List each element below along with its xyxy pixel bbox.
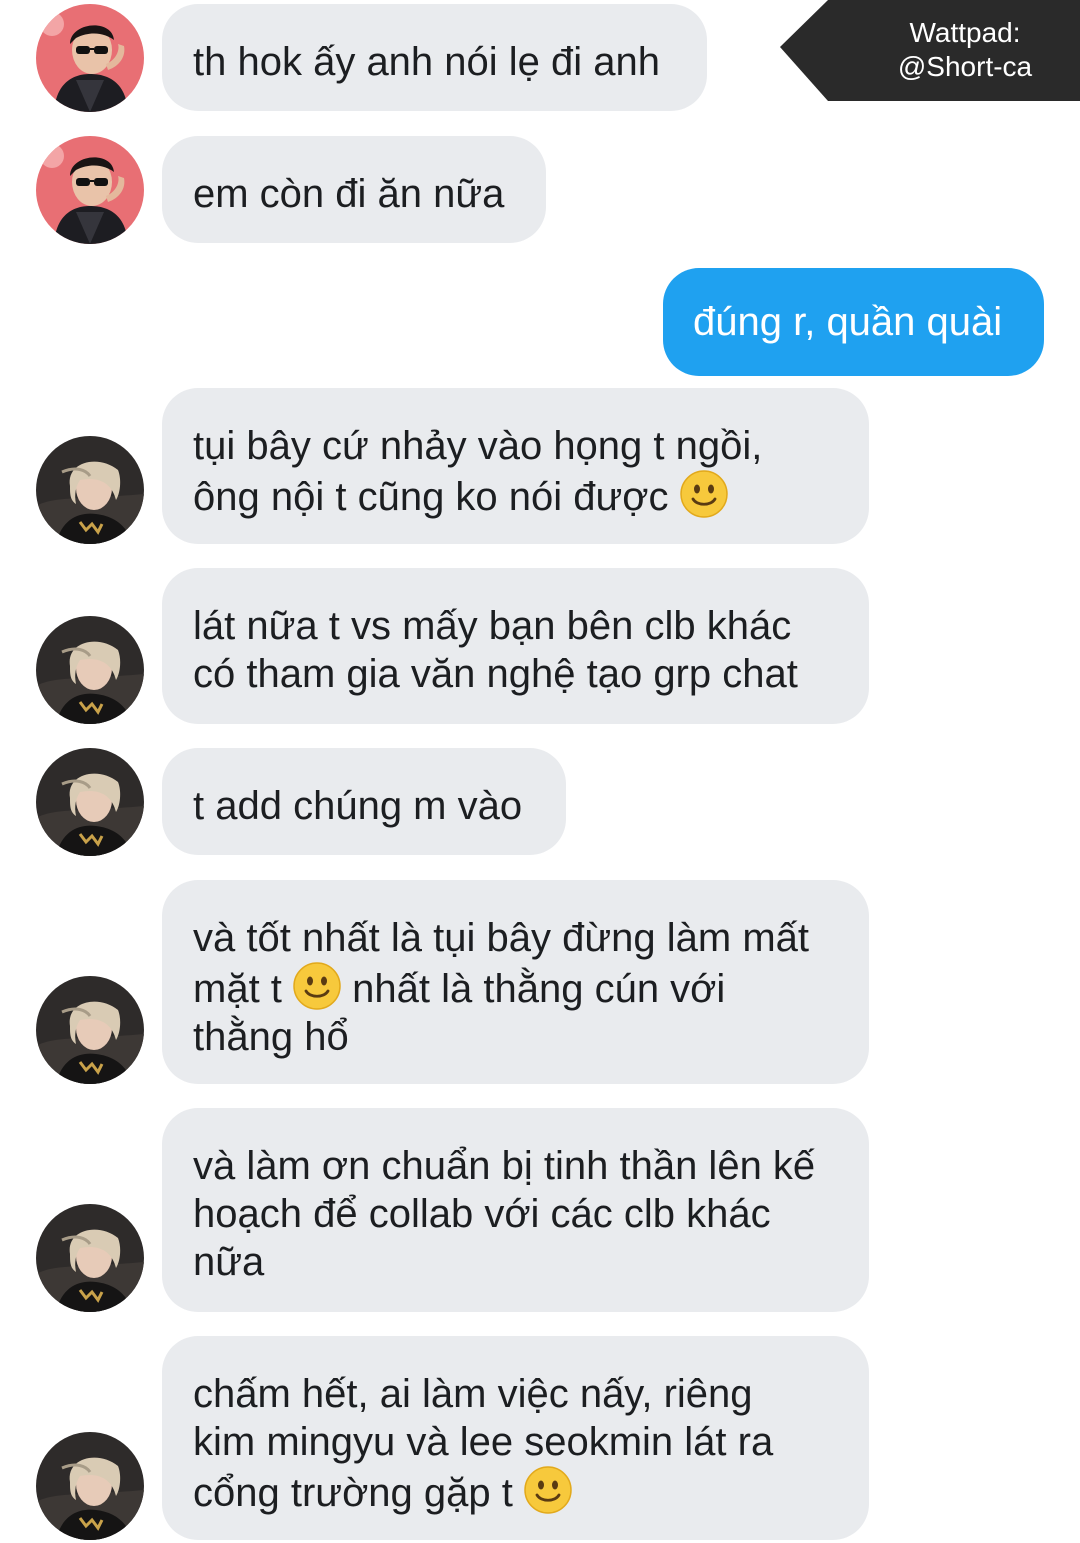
message-text: ông nội t cũng ko nói được: [193, 475, 669, 519]
message-text: thằng hổ: [193, 1015, 349, 1059]
message-bubble-incoming[interactable]: chấm hết, ai làm việc nấy, riêng kim min…: [162, 1336, 869, 1540]
message-text: lát nữa t vs mấy bạn bên clb khác: [193, 604, 792, 648]
user-b-avatar-icon[interactable]: [36, 748, 144, 856]
message-text: mặt t: [193, 967, 282, 1011]
message-text: nhất là thằng cún với: [352, 967, 726, 1011]
user-a-avatar-icon[interactable]: [36, 136, 144, 244]
message-bubble-incoming[interactable]: t add chúng m vào: [162, 748, 566, 855]
message-text: và tốt nhất là tụi bây đừng làm mất: [193, 916, 809, 960]
watermark-line-1: Wattpad:: [909, 17, 1021, 48]
user-b-avatar-icon[interactable]: [36, 976, 144, 1084]
user-a-avatar-icon[interactable]: [36, 4, 144, 112]
slightly-smiling-face-icon: [680, 470, 728, 518]
message-text: th hok ấy anh nói lẹ đi anh: [193, 40, 661, 84]
message-text: chấm hết, ai làm việc nấy, riêng: [193, 1372, 753, 1416]
message-bubble-incoming[interactable]: lát nữa t vs mấy bạn bên clb khác có tha…: [162, 568, 869, 724]
watermark-text: Wattpad: @Short-ca: [850, 16, 1080, 84]
message-bubble-incoming[interactable]: th hok ấy anh nói lẹ đi anh: [162, 4, 707, 111]
user-b-avatar-icon[interactable]: [36, 616, 144, 724]
user-b-avatar-icon[interactable]: [36, 436, 144, 544]
message-text: t add chúng m vào: [193, 784, 523, 828]
watermark-line-2: @Short-ca: [897, 51, 1033, 82]
slightly-smiling-face-icon: [524, 1466, 572, 1514]
message-text: có tham gia văn nghệ tạo grp chat: [193, 652, 798, 696]
user-b-avatar-icon[interactable]: [36, 1204, 144, 1312]
watermark-tag: Wattpad: @Short-ca: [780, 0, 1080, 101]
slightly-smiling-face-icon: [293, 962, 341, 1010]
message-text: và làm ơn chuẩn bị tinh thần lên kế: [193, 1144, 816, 1188]
message-bubble-incoming[interactable]: em còn đi ăn nữa: [162, 136, 546, 243]
message-text: hoạch để collab với các clb khác: [193, 1192, 771, 1236]
user-b-avatar-icon[interactable]: [36, 1432, 144, 1540]
message-bubble-incoming[interactable]: tụi bây cứ nhảy vào họng t ngồi, ông nội…: [162, 388, 869, 544]
message-bubble-incoming[interactable]: và tốt nhất là tụi bây đừng làm mất mặt …: [162, 880, 869, 1084]
message-text: tụi bây cứ nhảy vào họng t ngồi,: [193, 424, 763, 468]
message-text: cổng trường gặp t: [193, 1471, 513, 1515]
message-bubble-incoming[interactable]: và làm ơn chuẩn bị tinh thần lên kế hoạc…: [162, 1108, 869, 1312]
message-bubble-outgoing[interactable]: đúng r, quần quài: [663, 268, 1044, 376]
message-text: đúng r, quần quài: [693, 300, 1003, 344]
chat-thread: th hok ấy anh nói lẹ đi anh em còn đi ăn…: [0, 0, 1080, 1543]
message-text: em còn đi ăn nữa: [193, 172, 505, 216]
message-text: nữa: [193, 1240, 265, 1284]
message-text: kim mingyu và lee seokmin lát ra: [193, 1420, 774, 1464]
